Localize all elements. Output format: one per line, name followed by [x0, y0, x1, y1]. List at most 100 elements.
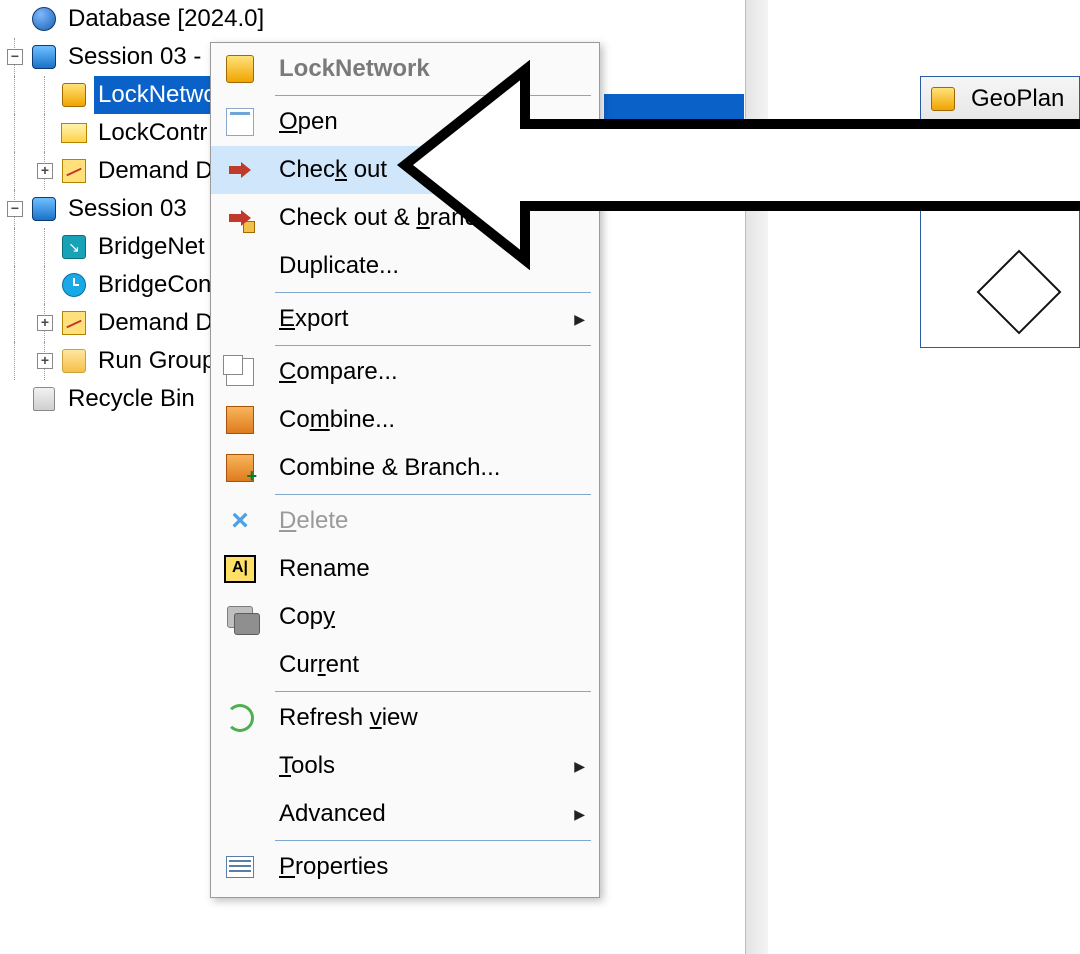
menu-combine[interactable]: Combine...: [211, 396, 599, 444]
geoplan-titlebar[interactable]: GeoPlan: [921, 77, 1079, 122]
bin-icon: [30, 385, 58, 413]
database-icon: [30, 5, 58, 33]
tree-label: Demand D: [94, 152, 217, 190]
tree-node-database[interactable]: Database [2024.0]: [0, 0, 740, 38]
network-icon: [929, 85, 957, 113]
tree-label: Run Group: [94, 342, 219, 380]
menu-label: Check out & branch: [265, 204, 589, 232]
menu-open[interactable]: Open: [211, 98, 599, 146]
menu-separator: [275, 494, 591, 495]
indent: [0, 152, 30, 190]
network-icon: [215, 55, 265, 83]
open-icon: [215, 108, 265, 136]
menu-checkout-branch[interactable]: Check out & branch: [211, 194, 599, 242]
menu-label: Combine & Branch...: [265, 454, 589, 482]
network-icon: [60, 81, 88, 109]
tree-label: Session 03: [64, 190, 191, 228]
menu-label: Export: [265, 305, 589, 333]
checkout-branch-icon: [215, 204, 265, 232]
session-icon: [30, 195, 58, 223]
indent: [0, 266, 30, 304]
bridge-icon: ↘: [60, 233, 88, 261]
demand-icon: [60, 157, 88, 185]
menu-label: Duplicate...: [265, 252, 589, 280]
collapse-toggle[interactable]: −: [0, 190, 30, 228]
menu-refresh[interactable]: Refresh view: [211, 694, 599, 742]
menu-label: Compare...: [265, 358, 589, 386]
menu-export[interactable]: Export: [211, 295, 599, 343]
menu-separator: [275, 345, 591, 346]
blank: [30, 228, 60, 266]
menu-duplicate[interactable]: Duplicate...: [211, 242, 599, 290]
tree-label: Demand D: [94, 304, 217, 342]
blank: [30, 114, 60, 152]
menu-rename[interactable]: A| Rename: [211, 545, 599, 593]
menu-tools[interactable]: Tools: [211, 742, 599, 790]
menu-label: Open: [265, 108, 589, 136]
rungroup-icon: [60, 347, 88, 375]
menu-delete: × Delete: [211, 497, 599, 545]
menu-label: Combine...: [265, 406, 589, 434]
menu-label: Current: [265, 651, 589, 679]
blank: [0, 380, 30, 418]
demand-icon: [60, 309, 88, 337]
geoplan-window: GeoPlan: [920, 76, 1080, 348]
blank: [0, 0, 30, 38]
expand-toggle[interactable]: +: [30, 304, 60, 342]
menu-compare[interactable]: Compare...: [211, 348, 599, 396]
delete-icon: ×: [215, 510, 265, 532]
clock-icon: [60, 271, 88, 299]
menu-label: Check out: [265, 156, 589, 184]
refresh-icon: [215, 704, 265, 732]
menu-properties[interactable]: Properties: [211, 843, 599, 891]
session-icon: [30, 43, 58, 71]
indent: [0, 228, 30, 266]
compare-icon: [215, 358, 265, 386]
control-icon: [60, 119, 88, 147]
indent: [0, 114, 30, 152]
tree-label: LockNetwo: [94, 76, 221, 114]
menu-label: Rename: [265, 555, 589, 583]
copy-icon: [215, 606, 265, 628]
tree-label: BridgeCon: [94, 266, 215, 304]
collapse-toggle[interactable]: −: [0, 38, 30, 76]
indent: [0, 304, 30, 342]
menu-label: Delete: [265, 507, 589, 535]
tree-label: LockContr: [94, 114, 211, 152]
menu-title: LockNetwork: [265, 55, 589, 83]
node-marker-icon: [977, 250, 1062, 335]
menu-separator: [275, 691, 591, 692]
menu-current[interactable]: Current: [211, 641, 599, 689]
context-menu: LockNetwork Open Check out Check out & b…: [210, 42, 600, 898]
menu-label: Advanced: [265, 800, 589, 828]
menu-advanced[interactable]: Advanced: [211, 790, 599, 838]
combine-icon: [215, 406, 265, 434]
menu-label: Refresh view: [265, 704, 589, 732]
tree-label: Session 03 - L: [64, 38, 225, 76]
pane-splitter[interactable]: [745, 0, 768, 954]
checkout-icon: [215, 156, 265, 184]
menu-separator: [275, 292, 591, 293]
expand-toggle[interactable]: +: [30, 152, 60, 190]
blank: [30, 266, 60, 304]
properties-icon: [215, 856, 265, 878]
menu-label: Copy: [265, 603, 589, 631]
menu-separator: [275, 95, 591, 96]
rename-icon: A|: [215, 555, 265, 583]
blank: [30, 76, 60, 114]
geoplan-title: GeoPlan: [971, 85, 1064, 113]
tree-label: Recycle Bin: [64, 380, 199, 418]
geoplan-canvas[interactable]: [921, 122, 1079, 348]
tree-label: BridgeNet: [94, 228, 209, 266]
expand-toggle[interactable]: +: [30, 342, 60, 380]
menu-label: Properties: [265, 853, 589, 881]
selection-highlight: [604, 94, 744, 126]
combine-branch-icon: [215, 454, 265, 482]
indent: [0, 76, 30, 114]
menu-header: LockNetwork: [211, 45, 599, 93]
menu-label: Tools: [265, 752, 589, 780]
menu-copy[interactable]: Copy: [211, 593, 599, 641]
menu-checkout[interactable]: Check out: [211, 146, 599, 194]
menu-combine-branch[interactable]: Combine & Branch...: [211, 444, 599, 492]
indent: [0, 342, 30, 380]
